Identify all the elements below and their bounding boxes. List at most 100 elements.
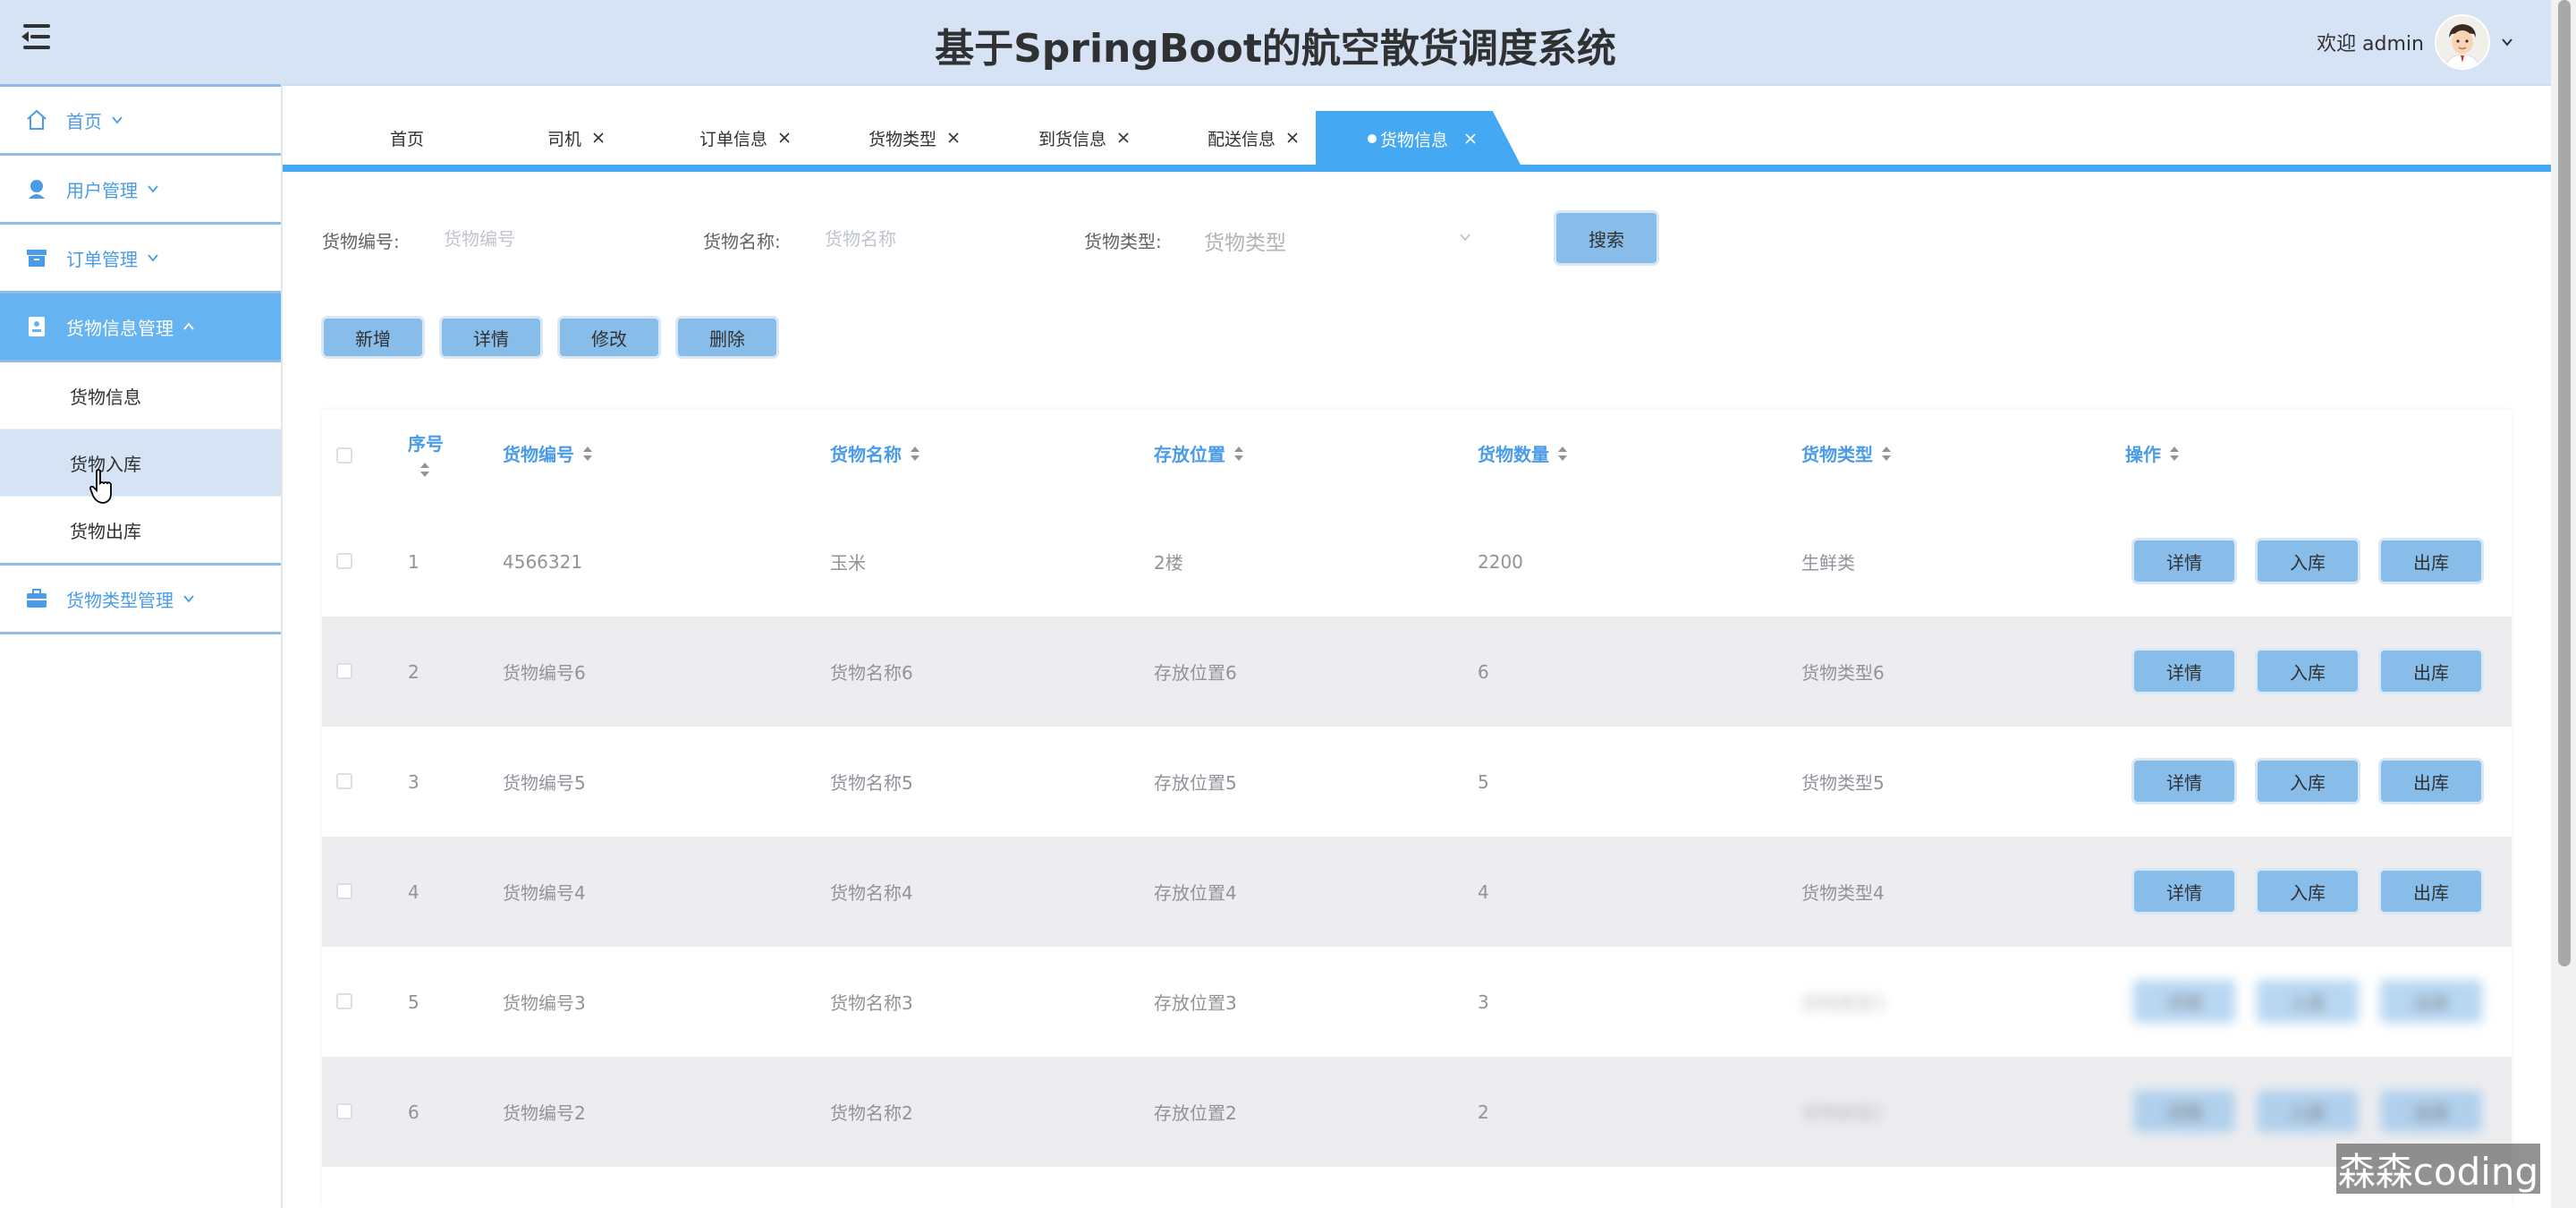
tabs-bar: 首页 司机 订单信息 货物类型 到货信息 配送信息 货物信息	[283, 86, 2551, 166]
tab-driver[interactable]: 司机	[547, 118, 605, 157]
tab-label: 到货信息	[1038, 129, 1107, 149]
close-icon[interactable]	[1117, 132, 1130, 144]
row-checkbox[interactable]	[336, 773, 352, 789]
sort-icon[interactable]	[1880, 445, 1893, 463]
row-stock-in-button[interactable]: 入库	[2258, 761, 2358, 802]
tab-delivery[interactable]: 配送信息	[1208, 118, 1299, 157]
row-stock-out-button[interactable]: 出库	[2381, 540, 2481, 582]
table-row: 5 货物编号3 货物名称3 存放位置3 3 货物类型3 详情 入库 出库	[322, 947, 2512, 1057]
cell-location: 存放位置2	[1154, 1102, 1237, 1124]
tab-orders[interactable]: 订单信息	[699, 118, 791, 157]
submenu-item-goods-info[interactable]: 货物信息	[0, 362, 281, 430]
row-stock-in-button[interactable]: 入库	[2258, 1091, 2358, 1132]
close-icon[interactable]	[778, 132, 791, 144]
cell-name: 货物名称6	[830, 662, 913, 684]
row-detail-button[interactable]: 详情	[2134, 761, 2234, 802]
row-stock-out-button[interactable]: 出库	[2381, 761, 2481, 802]
column-header-index[interactable]: 序号	[408, 430, 444, 479]
row-stock-in-button[interactable]: 入库	[2258, 651, 2358, 692]
delete-button[interactable]: 删除	[678, 319, 776, 356]
sort-icon[interactable]	[1556, 445, 1569, 463]
column-label: 存放位置	[1154, 444, 1225, 465]
table-row: 2 货物编号6 货物名称6 存放位置6 6 货物类型6 详情 入库 出库	[322, 617, 2512, 727]
cell-code: 货物编号3	[503, 992, 586, 1014]
search-button[interactable]: 搜索	[1556, 213, 1657, 263]
sidebar-item-users[interactable]: 用户管理	[0, 156, 281, 225]
table-row: 1 4566321 玉米 2楼 2200 生鲜类 详情 入库 出库	[322, 506, 2512, 617]
row-checkbox[interactable]	[336, 883, 352, 899]
sidebar-item-orders[interactable]: 订单管理	[0, 225, 281, 293]
sort-icon[interactable]	[909, 445, 921, 463]
sidebar-item-label: 货物类型管理	[66, 589, 174, 611]
tab-arrival[interactable]: 到货信息	[1038, 118, 1130, 157]
submenu-item-goods-out[interactable]: 货物出库	[0, 497, 281, 566]
cell-index: 3	[408, 770, 419, 793]
submenu-item-goods-in[interactable]: 货物入库	[0, 430, 281, 497]
column-label: 操作	[2125, 444, 2161, 465]
cell-location: 存放位置3	[1154, 992, 1237, 1014]
column-header-actions[interactable]: 操作	[2125, 440, 2181, 466]
sidebar-item-home[interactable]: 首页	[0, 84, 281, 156]
row-detail-button[interactable]: 详情	[2134, 981, 2234, 1022]
close-icon[interactable]	[592, 132, 605, 144]
close-icon[interactable]	[1286, 132, 1299, 144]
watermark: 森森coding	[2336, 1144, 2540, 1194]
sidebar-item-goods-info[interactable]: 货物信息管理	[0, 293, 281, 362]
page-scrollbar[interactable]	[2551, 0, 2576, 1208]
row-stock-in-button[interactable]: 入库	[2258, 981, 2358, 1022]
goods-name-input[interactable]	[823, 218, 1077, 259]
sort-icon[interactable]	[419, 461, 431, 479]
select-all-checkbox[interactable]	[336, 447, 352, 464]
sidebar-item-goods-type[interactable]: 货物类型管理	[0, 566, 281, 634]
goods-type-select[interactable]: 货物类型	[1204, 218, 1472, 258]
sort-icon[interactable]	[581, 445, 594, 463]
tab-goods-info[interactable]: 货物信息	[1316, 111, 1521, 166]
tab-label: 货物信息	[1380, 130, 1449, 150]
row-stock-in-button[interactable]: 入库	[2258, 871, 2358, 912]
edit-button[interactable]: 修改	[560, 319, 658, 356]
cell-index: 5	[408, 991, 419, 1013]
sort-icon[interactable]	[1233, 445, 1245, 463]
cell-type: 生鲜类	[1801, 552, 1855, 574]
avatar[interactable]	[2435, 14, 2490, 70]
row-detail-button[interactable]: 详情	[2134, 871, 2234, 912]
close-icon[interactable]	[1464, 132, 1477, 145]
cell-code: 4566321	[503, 550, 583, 573]
detail-button[interactable]: 详情	[442, 319, 540, 356]
row-stock-in-button[interactable]: 入库	[2258, 540, 2358, 582]
scroll-thumb[interactable]	[2558, 0, 2571, 966]
row-stock-out-button[interactable]: 出库	[2381, 1091, 2481, 1132]
tab-label: 货物类型	[869, 129, 937, 149]
cell-location: 存放位置5	[1154, 772, 1237, 794]
row-stock-out-button[interactable]: 出库	[2381, 871, 2481, 912]
cell-type: 货物类型5	[1801, 772, 1885, 794]
row-stock-out-button[interactable]: 出库	[2381, 981, 2481, 1022]
row-checkbox[interactable]	[336, 663, 352, 679]
row-checkbox[interactable]	[336, 1103, 352, 1119]
chevron-down-icon	[148, 254, 158, 262]
tab-home[interactable]: 首页	[390, 118, 424, 157]
chevron-down-icon[interactable]	[2501, 36, 2513, 48]
column-header-code[interactable]: 货物编号	[503, 440, 594, 466]
tab-label: 配送信息	[1208, 129, 1276, 149]
tab-goods-type[interactable]: 货物类型	[869, 118, 960, 157]
user-menu[interactable]: 欢迎 admin	[2317, 13, 2513, 72]
cell-location: 2楼	[1154, 552, 1183, 574]
add-button[interactable]: 新增	[324, 319, 422, 356]
column-header-type[interactable]: 货物类型	[1801, 440, 1893, 466]
goods-code-input[interactable]	[442, 218, 696, 259]
row-stock-out-button[interactable]: 出库	[2381, 651, 2481, 692]
row-detail-button[interactable]: 详情	[2134, 540, 2234, 582]
close-icon[interactable]	[947, 132, 960, 144]
app-title: 基于SpringBoot的航空散货调度系统	[935, 26, 1616, 72]
column-header-name[interactable]: 货物名称	[830, 440, 921, 466]
briefcase-icon	[27, 589, 47, 608]
row-detail-button[interactable]: 详情	[2134, 1091, 2234, 1132]
table-row: 4 货物编号4 货物名称4 存放位置4 4 货物类型4 详情 入库 出库	[322, 837, 2512, 947]
row-checkbox[interactable]	[336, 553, 352, 569]
column-header-location[interactable]: 存放位置	[1154, 440, 1245, 466]
row-checkbox[interactable]	[336, 993, 352, 1009]
column-header-quantity[interactable]: 货物数量	[1478, 440, 1569, 466]
sort-icon[interactable]	[2168, 445, 2181, 463]
row-detail-button[interactable]: 详情	[2134, 651, 2234, 692]
